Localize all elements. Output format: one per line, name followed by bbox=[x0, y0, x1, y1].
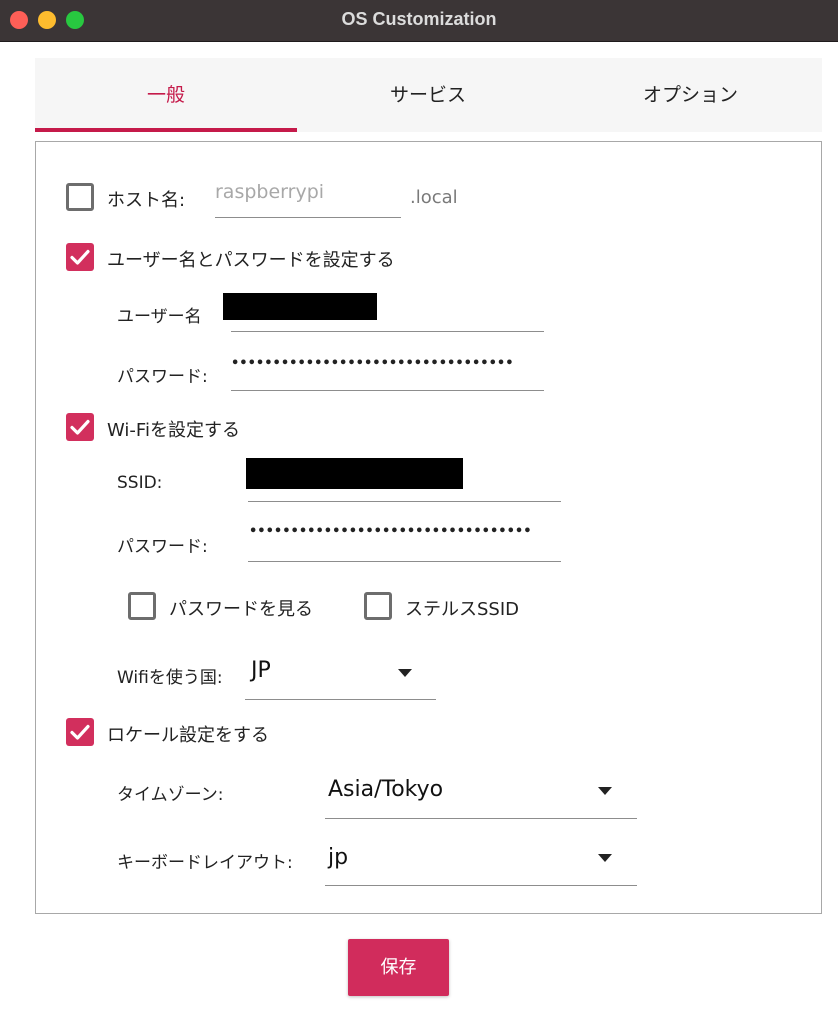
show-password-label: パスワードを見る bbox=[169, 599, 313, 620]
ssid-redacted[interactable] bbox=[246, 458, 463, 489]
wifi-password-underline bbox=[248, 561, 561, 562]
keyboard-layout-label: キーボードレイアウト: bbox=[117, 853, 293, 873]
checkmark-icon bbox=[70, 419, 90, 435]
timezone-underline bbox=[325, 818, 637, 819]
tab-bar: 一般 サービス オプション bbox=[35, 58, 822, 132]
keyboard-layout-select[interactable]: jp bbox=[328, 845, 348, 870]
set-locale-label: ロケール設定をする bbox=[107, 725, 269, 746]
username-input-underline bbox=[231, 331, 544, 332]
hostname-checkbox[interactable] bbox=[66, 183, 94, 211]
show-password-checkbox[interactable] bbox=[128, 592, 156, 620]
wifi-password-label: パスワード: bbox=[117, 537, 208, 557]
tab-options[interactable]: オプション bbox=[559, 58, 822, 132]
tab-services[interactable]: サービス bbox=[297, 58, 559, 132]
wifi-country-select[interactable]: JP bbox=[251, 658, 271, 683]
chevron-down-icon[interactable] bbox=[398, 669, 412, 677]
hostname-suffix: .local bbox=[410, 187, 458, 208]
window-title: OS Customization bbox=[341, 9, 497, 29]
checkmark-icon bbox=[70, 249, 90, 265]
window-titlebar: OS Customization bbox=[0, 0, 838, 42]
chevron-down-icon[interactable] bbox=[598, 787, 612, 795]
set-user-label: ユーザー名とパスワードを設定する bbox=[107, 250, 395, 271]
set-wifi-label: Wi-Fiを設定する bbox=[107, 420, 240, 441]
wifi-country-label: Wifiを使う国: bbox=[117, 668, 223, 688]
hostname-input-underline bbox=[215, 217, 401, 218]
ssid-input-underline bbox=[248, 501, 561, 502]
set-user-checkbox[interactable] bbox=[66, 243, 94, 271]
set-wifi-checkbox[interactable] bbox=[66, 413, 94, 441]
wifi-password-input[interactable]: •••••••••••••••••••••••••••••••••• bbox=[249, 524, 562, 539]
username-redacted[interactable] bbox=[223, 293, 377, 320]
checkmark-icon bbox=[70, 724, 90, 740]
timezone-select[interactable]: Asia/Tokyo bbox=[328, 777, 443, 802]
ssid-label: SSID: bbox=[117, 473, 163, 493]
hostname-label: ホスト名: bbox=[107, 190, 186, 211]
save-button[interactable]: 保存 bbox=[348, 939, 449, 996]
hidden-ssid-label: ステルスSSID bbox=[405, 599, 520, 620]
active-tab-indicator bbox=[35, 128, 297, 132]
username-label: ユーザー名 bbox=[117, 307, 202, 327]
set-locale-checkbox[interactable] bbox=[66, 718, 94, 746]
chevron-down-icon[interactable] bbox=[598, 854, 612, 862]
user-password-underline bbox=[231, 390, 544, 391]
user-password-label: パスワード: bbox=[117, 367, 208, 387]
timezone-label: タイムゾーン: bbox=[117, 785, 224, 805]
hidden-ssid-checkbox[interactable] bbox=[364, 592, 392, 620]
user-password-input[interactable]: •••••••••••••••••••••••••••••••••• bbox=[231, 356, 545, 371]
wifi-country-underline bbox=[245, 699, 436, 700]
tab-general[interactable]: 一般 bbox=[35, 58, 297, 132]
keyboard-layout-underline bbox=[325, 885, 637, 886]
hostname-input[interactable]: raspberrypi bbox=[215, 181, 324, 203]
